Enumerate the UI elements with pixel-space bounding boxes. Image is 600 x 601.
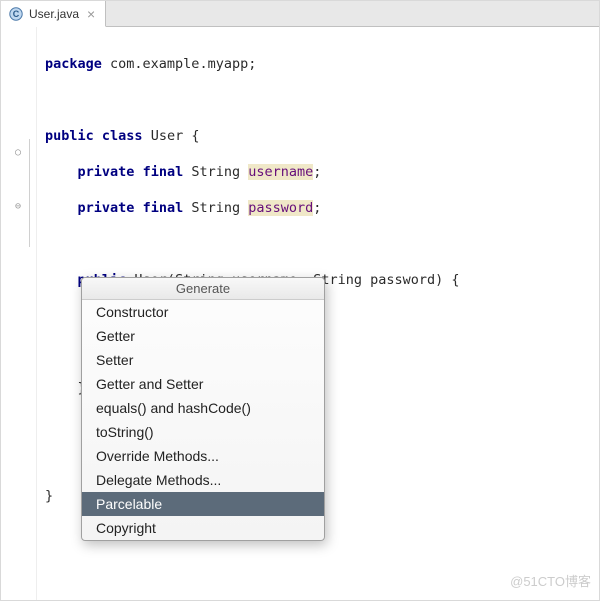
svg-text:C: C	[13, 9, 20, 19]
tab-filename: User.java	[29, 7, 79, 21]
close-icon[interactable]: ×	[85, 7, 97, 21]
code-line	[45, 235, 599, 253]
editor[interactable]: ○ ⊖ package com.example.myapp; public cl…	[1, 27, 599, 600]
gutter: ○ ⊖	[1, 27, 37, 600]
file-tab[interactable]: C User.java ×	[1, 1, 106, 27]
generate-menu-item[interactable]: Delegate Methods...	[82, 468, 324, 492]
generate-menu-item[interactable]: Getter	[82, 324, 324, 348]
code-line: package com.example.myapp;	[45, 55, 599, 73]
java-class-icon: C	[9, 7, 23, 21]
generate-popup: Generate ConstructorGetterSetterGetter a…	[81, 277, 325, 541]
method-end-marker-icon[interactable]: ⊖	[11, 200, 25, 214]
generate-menu-item[interactable]: Constructor	[82, 300, 324, 324]
generate-menu-item[interactable]: toString()	[82, 420, 324, 444]
fold-guide	[29, 139, 30, 247]
popup-title: Generate	[82, 278, 324, 300]
generate-menu-item[interactable]: Setter	[82, 348, 324, 372]
generate-menu-item[interactable]: Parcelable	[82, 492, 324, 516]
generate-menu-item[interactable]: equals() and hashCode()	[82, 396, 324, 420]
code-line: public class User {	[45, 127, 599, 145]
override-marker-icon[interactable]: ○	[11, 146, 25, 160]
code-line: private final String username;	[45, 163, 599, 181]
generate-menu-item[interactable]: Copyright	[82, 516, 324, 540]
code-line: private final String password;	[45, 199, 599, 217]
code-line	[45, 91, 599, 109]
generate-menu-item[interactable]: Getter and Setter	[82, 372, 324, 396]
tab-bar: C User.java ×	[1, 1, 599, 27]
generate-menu-item[interactable]: Override Methods...	[82, 444, 324, 468]
